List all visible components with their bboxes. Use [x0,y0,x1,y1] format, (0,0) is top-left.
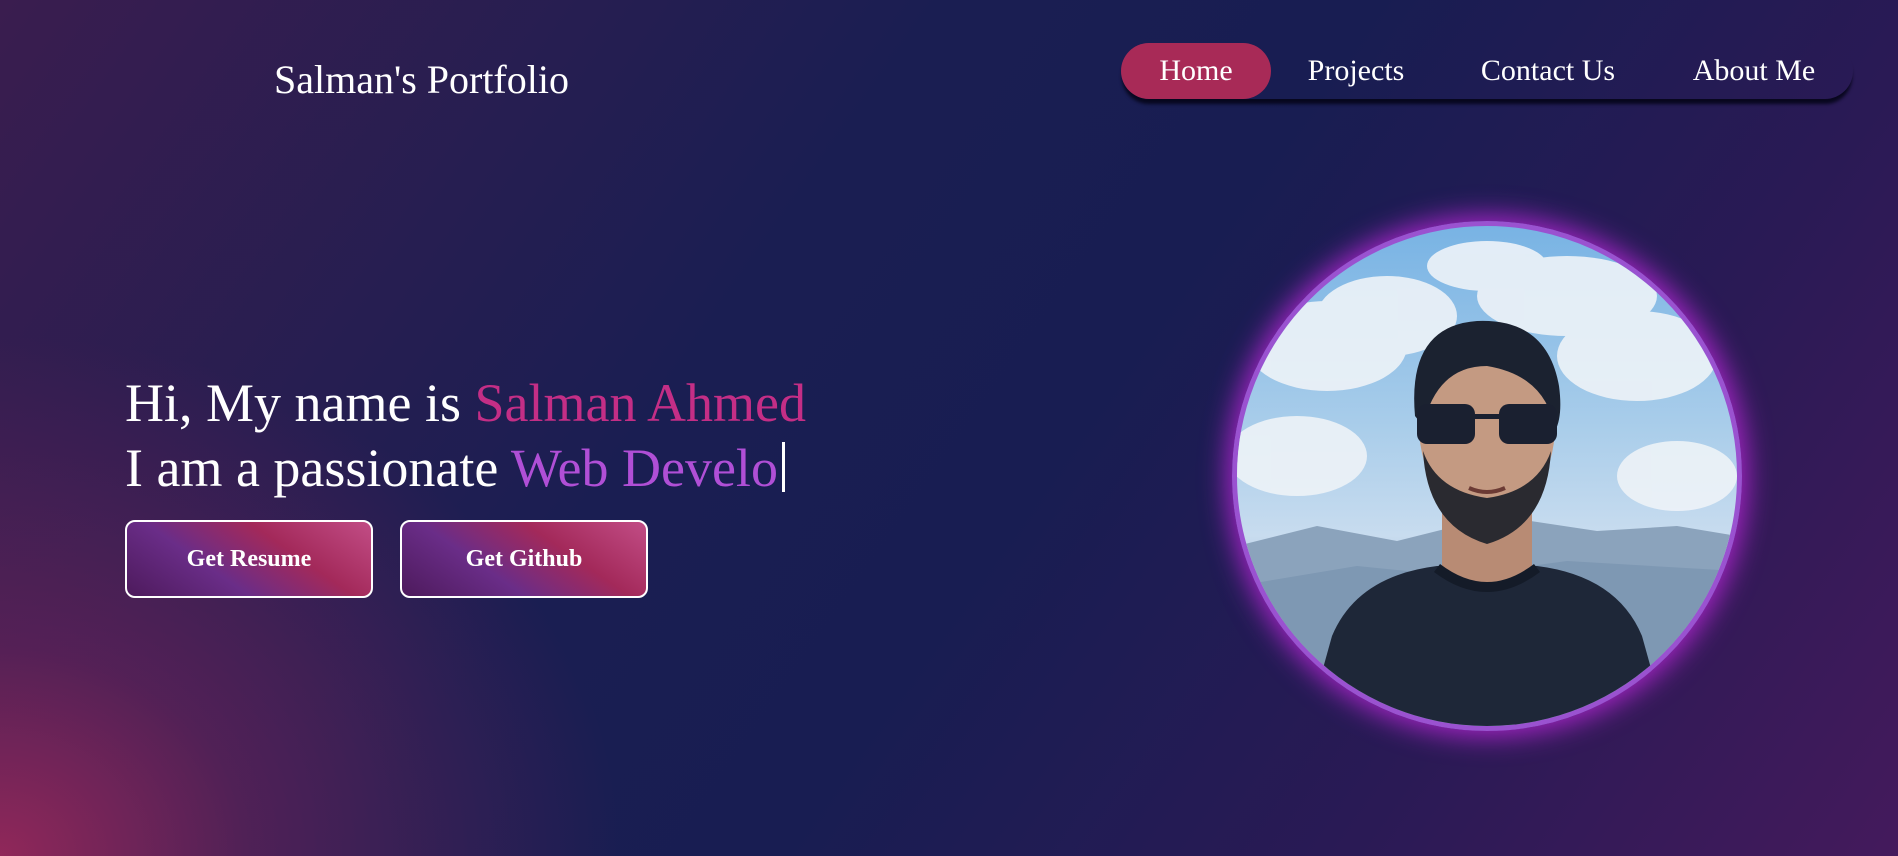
hero-role: I am a passionate Web Develo [125,437,785,499]
nav-about-me[interactable]: About Me [1655,43,1853,99]
brand-title: Salman's Portfolio [274,57,569,102]
greeting-prefix: Hi, My name is [125,373,475,433]
typing-cursor [781,442,785,492]
role-prefix: I am a passionate [125,438,511,498]
nav-home[interactable]: Home [1121,43,1271,99]
hero-name: Salman Ahmed [474,373,806,433]
profile-photo-illustration [1237,241,1737,726]
typed-role: Web Develo [510,438,778,498]
nav-contact-us[interactable]: Contact Us [1441,43,1655,99]
hero-greeting: Hi, My name is Salman Ahmed [125,372,806,434]
main-nav: Home Projects Contact Us About Me [1121,43,1853,99]
get-resume-button[interactable]: Get Resume [125,520,373,598]
profile-photo [1232,221,1742,731]
get-github-button[interactable]: Get Github [400,520,648,598]
nav-projects[interactable]: Projects [1271,43,1441,99]
